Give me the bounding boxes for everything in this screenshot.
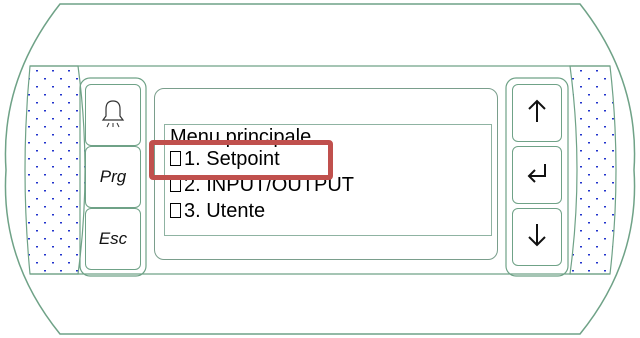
- selection-box-icon: [170, 151, 181, 166]
- menu-item-utente[interactable]: 3. Utente: [170, 200, 265, 222]
- menu-item-label: 1. Setpoint: [184, 148, 280, 170]
- menu-item-label: 2. INPUT/OUTPUT: [184, 174, 355, 196]
- alarm-button[interactable]: [85, 84, 141, 146]
- esc-label: Esc: [98, 229, 128, 248]
- esc-button[interactable]: Esc: [85, 208, 141, 270]
- down-button[interactable]: [512, 208, 562, 266]
- bell-icon: [100, 98, 126, 133]
- menu-title: Menu principale: [170, 126, 312, 148]
- enter-button[interactable]: [512, 146, 562, 204]
- up-arrow-icon: [526, 98, 548, 129]
- selection-box-icon: [170, 177, 181, 192]
- menu-item-label: 3. Utente: [184, 200, 266, 222]
- menu-item-input-output[interactable]: 2. INPUT/OUTPUT: [170, 174, 354, 196]
- selection-box-icon: [170, 203, 181, 218]
- prg-label: Prg: [99, 167, 127, 186]
- menu-item-setpoint[interactable]: 1. Setpoint: [170, 148, 280, 170]
- enter-icon: [524, 161, 550, 190]
- up-button[interactable]: [512, 84, 562, 142]
- down-arrow-icon: [526, 222, 548, 253]
- prg-button[interactable]: Prg: [85, 146, 141, 208]
